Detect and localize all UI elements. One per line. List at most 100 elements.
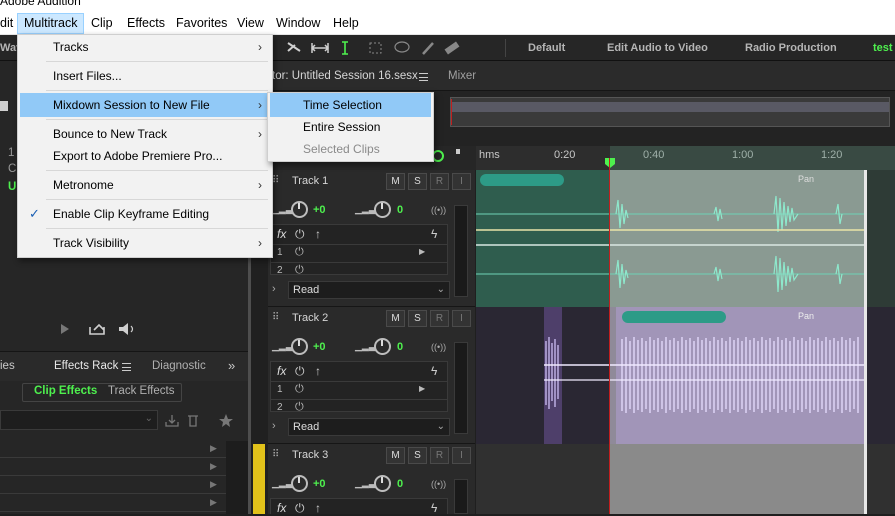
menu-item-metronome[interactable]: Metronome › [20, 173, 270, 197]
chevron-right-icon[interactable]: › [272, 420, 276, 432]
fx-power-label[interactable]: fx [277, 227, 286, 241]
menu-item-tracks[interactable]: Tracks › [20, 35, 270, 59]
lightning-icon[interactable]: ϟ [431, 364, 437, 378]
volume-knob[interactable] [291, 475, 308, 492]
menu-item-time-selection[interactable]: Time Selection [270, 93, 431, 117]
solo-button[interactable]: S [408, 447, 427, 464]
playhead-handle[interactable] [604, 156, 616, 168]
workspace-edit-audio-to-video[interactable]: Edit Audio to Video [607, 35, 708, 61]
tab-track-effects[interactable]: Track Effects [108, 385, 174, 397]
playhead-line[interactable] [609, 158, 610, 514]
editor-title[interactable]: tor: Untitled Session 16.sesx [272, 70, 418, 82]
monitor-input-button[interactable]: I [452, 310, 471, 327]
workspace-default[interactable]: Default [528, 35, 565, 61]
track-name[interactable]: Track 2 [292, 312, 328, 324]
time-stretch-tool-icon[interactable] [310, 43, 330, 53]
menu-view[interactable]: View [231, 12, 270, 34]
session-overview[interactable] [450, 97, 890, 127]
power-icon[interactable]: ⏻ [295, 401, 304, 411]
menu-item-mixdown-session[interactable]: Mixdown Session to New File › [20, 93, 270, 117]
marquee-tool-icon[interactable] [369, 42, 382, 54]
lasso-tool-icon[interactable] [394, 41, 410, 53]
power-icon[interactable]: ⏻ [295, 383, 304, 396]
effect-slot[interactable]: ▶ [0, 477, 226, 494]
pan-knob[interactable] [374, 338, 391, 355]
mute-button[interactable]: M [386, 447, 405, 464]
effect-slot[interactable]: ▶ [0, 441, 226, 458]
expand-panels-icon[interactable]: » [228, 358, 235, 373]
menu-effects[interactable]: Effects [121, 12, 171, 34]
track-name[interactable]: Track 3 [292, 449, 328, 461]
fx-slot[interactable]: 2 ⏻ [271, 399, 447, 411]
fx-slot[interactable]: 1 ⏻ ▶ [271, 244, 447, 261]
tab-properties[interactable]: ies [0, 360, 15, 372]
power-icon[interactable]: ⏻ [295, 246, 304, 259]
drag-handle-icon[interactable]: ⠿ [272, 449, 279, 460]
pan-knob[interactable] [374, 475, 391, 492]
menu-item-insert-files[interactable]: Insert Files... [20, 64, 270, 88]
effect-slot[interactable]: ▶ [0, 495, 226, 512]
fx-power-label[interactable]: fx [277, 364, 286, 378]
tab-effects-rack[interactable]: Effects Rack [54, 360, 118, 372]
power-icon[interactable]: ⏻ [295, 227, 305, 242]
chevron-right-icon[interactable]: › [272, 283, 276, 295]
menu-item-bounce-to-new-track[interactable]: Bounce to New Track › [20, 122, 270, 146]
menu-clip[interactable]: Clip [85, 12, 119, 34]
track-1-lane[interactable]: Pan [476, 170, 895, 307]
drag-handle-icon[interactable]: ⠿ [272, 175, 279, 186]
brush-tool-icon[interactable] [422, 42, 434, 55]
fx-power-label[interactable]: fx [277, 501, 286, 515]
volume-value[interactable]: +0 [313, 341, 326, 353]
razor-tool-icon[interactable] [287, 42, 301, 52]
tab-mixer[interactable]: Mixer [448, 70, 476, 82]
mute-button[interactable]: M [386, 310, 405, 327]
time-selection-range[interactable] [610, 146, 895, 170]
automation-mode-select[interactable]: Read ⌄ [288, 281, 450, 299]
editor-menu-icon[interactable] [419, 73, 428, 81]
pre-post-fader-icon[interactable]: ↑ [315, 227, 321, 241]
spot-healing-tool-icon[interactable] [444, 41, 460, 55]
track-3-lane[interactable] [476, 444, 895, 514]
track-name[interactable]: Track 1 [292, 175, 328, 187]
volume-value[interactable]: +0 [313, 204, 326, 216]
save-preset-icon[interactable] [165, 415, 179, 427]
scrollbar[interactable] [226, 441, 248, 514]
solo-button[interactable]: S [408, 310, 427, 327]
record-arm-button[interactable]: R [430, 173, 449, 190]
pan-knob[interactable] [374, 201, 391, 218]
play-icon[interactable] [61, 324, 69, 334]
monitor-input-button[interactable]: I [452, 447, 471, 464]
menu-favorites[interactable]: Favorites [170, 12, 233, 34]
power-icon[interactable]: ⏻ [295, 264, 304, 274]
preset-dropdown[interactable]: ⌄ [0, 410, 158, 430]
tab-clip-effects[interactable]: Clip Effects [34, 385, 97, 397]
export-icon[interactable] [89, 323, 105, 335]
lane-param-label[interactable]: Pan [798, 311, 814, 321]
lightning-icon[interactable]: ϟ [431, 227, 437, 241]
workspace-radio-production[interactable]: Radio Production [745, 35, 837, 61]
pre-post-fader-icon[interactable]: ↑ [315, 501, 321, 515]
power-icon[interactable]: ⏻ [295, 364, 305, 379]
lightning-icon[interactable]: ϟ [431, 501, 437, 515]
time-selection-tool-icon[interactable] [342, 41, 348, 55]
timeline-ruler[interactable]: hms 0:20 0:40 1:00 1:20 [476, 146, 895, 170]
menu-help[interactable]: Help [327, 12, 365, 34]
menu-window[interactable]: Window [270, 12, 326, 34]
volume-value[interactable]: +0 [313, 478, 326, 490]
menu-item-entire-session[interactable]: Entire Session [270, 115, 431, 139]
menu-item-track-visibility[interactable]: Track Visibility › [20, 231, 270, 255]
automation-mode-select[interactable]: Read ⌄ [288, 418, 450, 436]
monitor-input-button[interactable]: I [452, 173, 471, 190]
track-2-lane[interactable]: Pan [476, 307, 895, 444]
volume-knob[interactable] [291, 338, 308, 355]
volume-knob[interactable] [291, 201, 308, 218]
lane-param-label[interactable]: Pan [798, 174, 814, 184]
effect-slot[interactable]: ▶ [0, 459, 226, 476]
menu-item-export-to-premiere[interactable]: Export to Adobe Premiere Pro... [20, 144, 270, 168]
fx-slot[interactable]: 2 ⏻ [271, 262, 447, 274]
pre-post-fader-icon[interactable]: ↑ [315, 364, 321, 378]
record-arm-button[interactable]: R [430, 447, 449, 464]
pan-value[interactable]: 0 [397, 478, 403, 490]
drag-handle-icon[interactable]: ⠿ [272, 312, 279, 323]
favorite-star-icon[interactable] [219, 414, 233, 427]
